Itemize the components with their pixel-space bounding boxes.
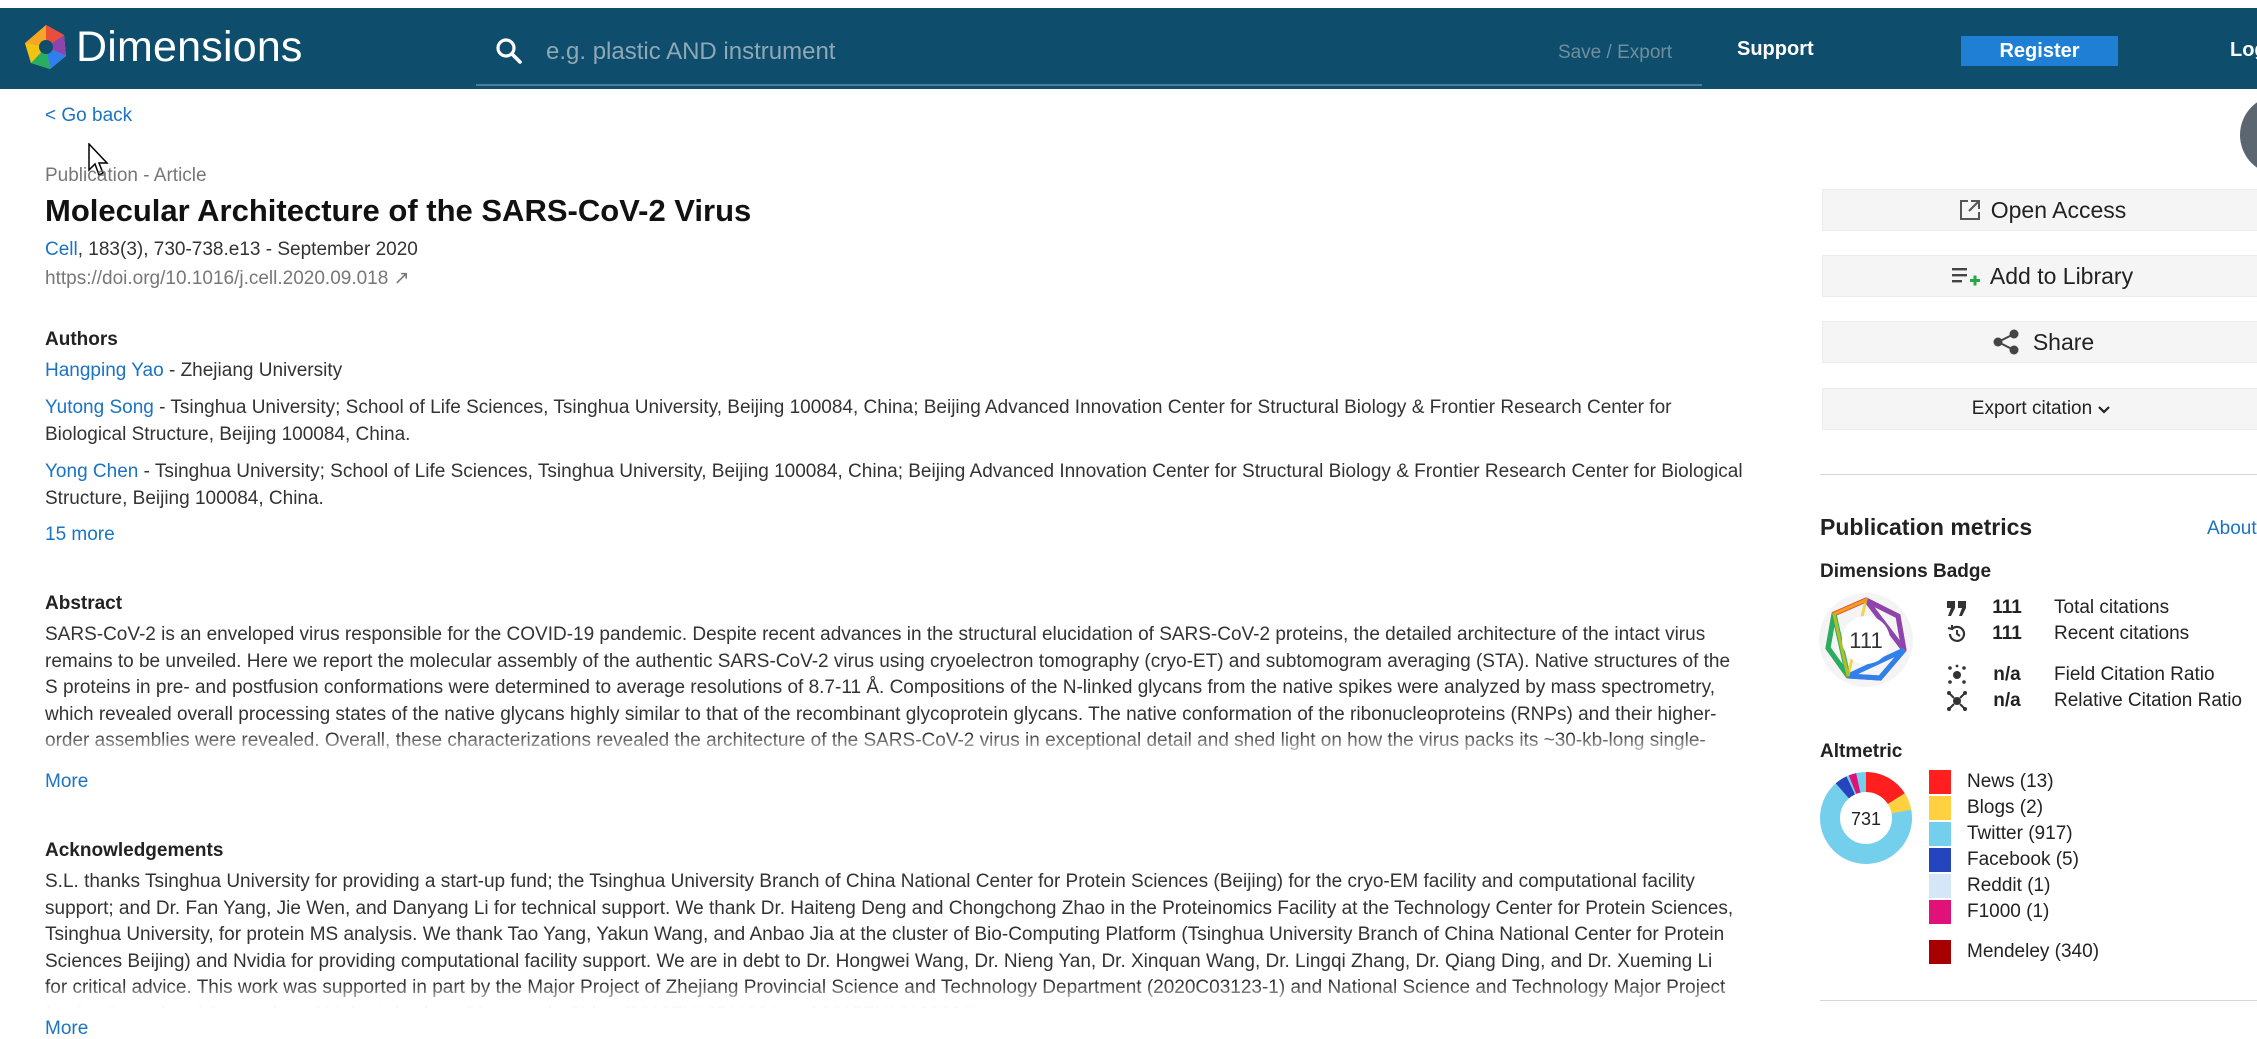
author-name-link[interactable]: Hangping Yao	[45, 360, 164, 381]
chevron-down-icon	[2098, 406, 2110, 414]
altmetric-source-label: Mendeley (340)	[1967, 941, 2100, 962]
journal-link[interactable]: Cell	[45, 239, 78, 260]
altmetric-source-label: Reddit (1)	[1967, 875, 2051, 896]
search-bar: Save / Export	[476, 22, 1702, 86]
news-swatch	[1929, 770, 1951, 794]
external-link-icon	[1959, 200, 1980, 220]
f1000-swatch	[1929, 900, 1951, 924]
floating-avatar-button[interactable]	[2240, 95, 2257, 175]
metric-value: n/a	[1993, 664, 2021, 685]
doi-link[interactable]: https://doi.org/10.1016/j.cell.2020.09.0…	[45, 267, 410, 290]
divider	[1820, 1000, 2257, 1001]
fcr-icon	[1944, 664, 1970, 686]
acknowledgements-heading: Acknowledgements	[45, 840, 224, 861]
reddit-swatch	[1929, 874, 1951, 898]
save-export-link[interactable]: Save / Export	[1558, 42, 1672, 64]
rcr-icon	[1944, 690, 1970, 712]
altmetric-source[interactable]: Mendeley (340)	[1929, 940, 2099, 964]
publication-metrics-heading: Publication metrics	[1820, 514, 2033, 540]
about-metrics-link[interactable]: About	[2207, 518, 2257, 540]
quote-icon	[1944, 597, 1970, 619]
journal-details: , 183(3), 730-738.e13 - September 2020	[77, 239, 418, 260]
altmetric-source-label: News (13)	[1967, 771, 2054, 792]
more-authors-link[interactable]: 15 more	[45, 524, 115, 546]
author-name-link[interactable]: Yutong Song	[45, 397, 154, 418]
altmetric-source[interactable]: F1000 (1)	[1929, 900, 2049, 924]
mendeley-swatch	[1929, 940, 1951, 964]
add-to-library-label: Add to Library	[1989, 262, 2134, 289]
add-to-library-icon	[1951, 268, 1980, 286]
go-back-link[interactable]: < Go back	[45, 105, 132, 127]
brand-name: Dimensions	[76, 22, 303, 71]
altmetric-source-label: Blogs (2)	[1967, 797, 2044, 818]
altmetric-source-label: Facebook (5)	[1967, 849, 2079, 870]
twitter-swatch	[1929, 822, 1951, 846]
altmetric-heading: Altmetric	[1820, 741, 1903, 762]
dimensions-logo-icon	[25, 25, 66, 69]
altmetric-source[interactable]: Facebook (5)	[1929, 848, 2079, 872]
author-affiliation: - Tsinghua University; School of Life Sc…	[45, 461, 1743, 509]
share-label: Share	[2032, 328, 2095, 355]
support-link[interactable]: Support	[1737, 38, 1814, 61]
dimensions-badge-heading: Dimensions Badge	[1820, 561, 1992, 582]
facebook-swatch	[1929, 848, 1951, 872]
add-to-library-button[interactable]: Add to Library	[1822, 255, 2257, 297]
metric-row-relative-citation-ratio: n/a Relative Citation Ratio	[1944, 688, 2242, 714]
journal-citation: Cell, 183(3), 730-738.e13 - September 20…	[45, 239, 418, 261]
page-title: Molecular Architecture of the SARS-CoV-2…	[45, 193, 752, 228]
metric-value: n/a	[1993, 690, 2021, 711]
share-button[interactable]: Share	[1822, 321, 2257, 363]
search-input[interactable]	[546, 30, 1446, 74]
metric-row-field-citation-ratio: n/a Field Citation Ratio	[1944, 662, 2215, 688]
dimensions-badge[interactable]: 111	[1818, 592, 1914, 688]
metric-row-total-citations: 111 Total citations	[1944, 595, 2169, 621]
author-entry: Hangping Yao - Zhejiang University	[45, 358, 1735, 385]
altmetric-source[interactable]: News (13)	[1929, 770, 2054, 794]
metric-row-recent-citations: 111 Recent citations	[1944, 621, 2189, 647]
acknowledgements-more-link[interactable]: More	[45, 1018, 88, 1039]
abstract-heading: Abstract	[45, 593, 123, 614]
acknowledgements-fade	[45, 984, 1735, 1014]
register-button[interactable]: Register	[1961, 36, 2118, 66]
altmetric-source[interactable]: Blogs (2)	[1929, 796, 2043, 820]
login-link[interactable]: Log	[2230, 39, 2257, 62]
author-name-link[interactable]: Yong Chen	[45, 461, 138, 482]
altmetric-source-label: Twitter (917)	[1967, 823, 2073, 844]
search-icon[interactable]	[494, 36, 524, 66]
author-affiliation: - Zhejiang University	[163, 360, 343, 381]
abstract-more-link[interactable]: More	[45, 771, 88, 793]
altmetric-source[interactable]: Reddit (1)	[1929, 874, 2050, 898]
top-navigation-bar: Dimensions Save / Export Support Registe…	[0, 8, 2257, 89]
altmetric-score: 731	[1851, 809, 1881, 829]
author-entry: Yutong Song - Tsinghua University; Schoo…	[45, 395, 1705, 448]
badge-score: 111	[1849, 628, 1882, 653]
open-access-label: Open Access	[1990, 196, 2127, 223]
altmetric-donut[interactable]: 731	[1818, 770, 1914, 866]
metric-label: Recent citations	[2054, 623, 2190, 644]
metric-value: 111	[1992, 623, 2022, 644]
divider	[1820, 474, 2257, 475]
altmetric-source[interactable]: Twitter (917)	[1929, 822, 2073, 846]
publication-type: Publication - Article	[45, 165, 207, 186]
export-citation-dropdown[interactable]: Export citation	[1822, 388, 2257, 430]
export-citation-label: Export citation	[1971, 398, 2093, 419]
history-icon	[1944, 623, 1970, 645]
open-access-button[interactable]: Open Access	[1822, 189, 2257, 231]
authors-heading: Authors	[45, 329, 118, 350]
blogs-swatch	[1929, 796, 1951, 820]
abstract-fade	[45, 734, 1735, 764]
metric-label: Field Citation Ratio	[2054, 664, 2215, 685]
metric-value: 111	[1992, 597, 2022, 618]
altmetric-source-label: F1000 (1)	[1967, 901, 2050, 922]
author-entry: Yong Chen - Tsinghua University; School …	[45, 459, 1745, 512]
share-icon	[1993, 329, 2019, 355]
metric-label: Total citations	[2054, 597, 2170, 618]
metric-label: Relative Citation Ratio	[2054, 690, 2242, 711]
author-affiliation: - Tsinghua University; School of Life Sc…	[45, 397, 1672, 445]
dimensions-logo[interactable]: Dimensions	[22, 22, 303, 72]
